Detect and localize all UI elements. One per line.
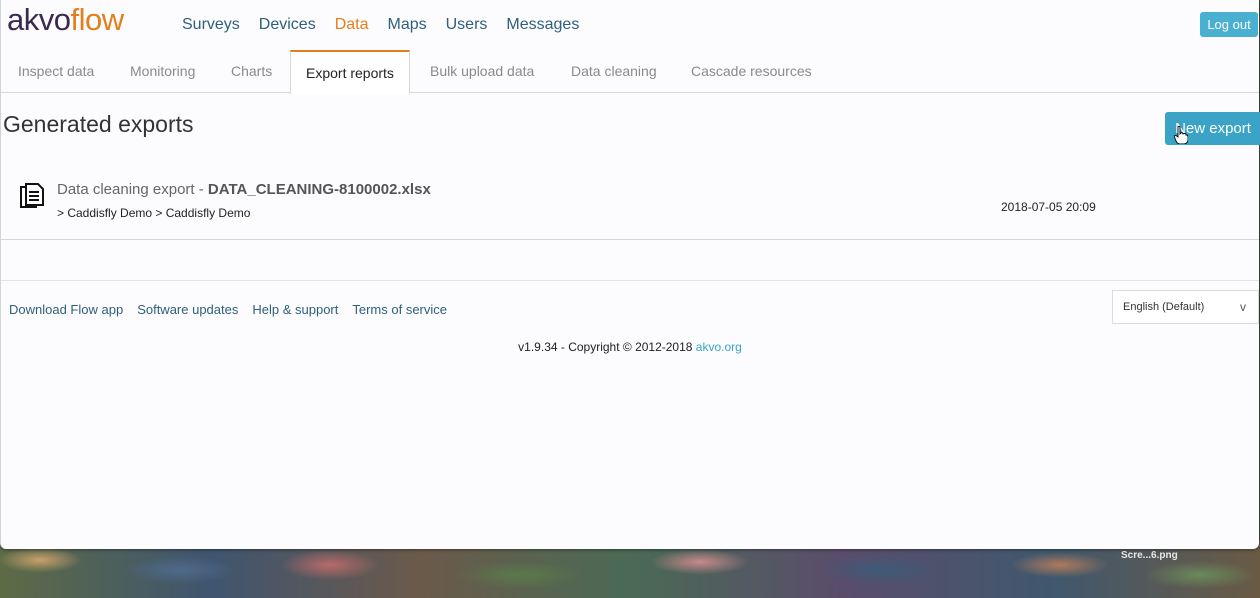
logo-text-akvo: akvo: [7, 2, 71, 37]
documents-icon: [20, 183, 44, 208]
export-filename[interactable]: DATA_CLEANING-8100002.xlsx: [208, 181, 431, 198]
page-title: Generated exports: [3, 111, 194, 137]
copyright-line: v1.9.34 - Copyright © 2012-2018 akvo.org: [1, 340, 1259, 354]
export-date: 2018-07-05 20:09: [1001, 200, 1096, 214]
browser-window: akvoflow Surveys Devices Data Maps Users…: [0, 0, 1260, 549]
logout-button[interactable]: Log out: [1200, 12, 1258, 37]
language-select[interactable]: English (Default) v: [1112, 290, 1259, 324]
export-survey-path: > Caddisfly Demo > Caddisfly Demo: [57, 206, 251, 220]
tab-charts[interactable]: Charts: [231, 50, 272, 92]
desktop-file-label[interactable]: Scre...6.png: [1121, 550, 1178, 561]
footer-link-terms[interactable]: Terms of service: [352, 302, 447, 317]
nav-users[interactable]: Users: [446, 16, 488, 34]
language-select-value: English (Default): [1123, 301, 1205, 313]
tab-bulk-upload-data[interactable]: Bulk upload data: [430, 50, 534, 92]
tab-inspect-data[interactable]: Inspect data: [18, 50, 94, 92]
copyright-text: v1.9.34 - Copyright © 2012-2018: [518, 340, 696, 354]
export-list-item[interactable]: Data cleaning export - DATA_CLEANING-810…: [1, 163, 1259, 240]
footer-links: Download Flow app Software updates Help …: [9, 302, 461, 317]
footer-link-download-app[interactable]: Download Flow app: [9, 302, 123, 317]
tab-monitoring[interactable]: Monitoring: [130, 50, 195, 92]
akvo-org-link[interactable]: akvo.org: [696, 340, 742, 354]
footer-divider: [1, 280, 1259, 281]
logo-text-flow: flow: [70, 2, 124, 37]
main-nav: Surveys Devices Data Maps Users Messages: [182, 16, 598, 34]
export-type-label: Data cleaning export -: [57, 181, 208, 198]
hand-pointer-cursor-icon: [1174, 126, 1188, 144]
footer-link-software-updates[interactable]: Software updates: [137, 302, 238, 317]
akvoflow-logo[interactable]: akvoflow: [7, 2, 124, 38]
tab-data-cleaning[interactable]: Data cleaning: [571, 50, 657, 92]
nav-messages[interactable]: Messages: [506, 16, 579, 34]
nav-maps[interactable]: Maps: [388, 16, 427, 34]
tab-export-reports[interactable]: Export reports: [290, 50, 410, 95]
nav-data[interactable]: Data: [335, 16, 369, 34]
chevron-down-icon: v: [1240, 300, 1246, 314]
data-subtabs: Inspect data Monitoring Charts Export re…: [1, 50, 1259, 95]
tab-cascade-resources[interactable]: Cascade resources: [691, 50, 812, 92]
footer-link-help-support[interactable]: Help & support: [252, 302, 338, 317]
nav-surveys[interactable]: Surveys: [182, 16, 240, 34]
export-title[interactable]: Data cleaning export - DATA_CLEANING-810…: [57, 181, 431, 198]
nav-devices[interactable]: Devices: [259, 16, 316, 34]
